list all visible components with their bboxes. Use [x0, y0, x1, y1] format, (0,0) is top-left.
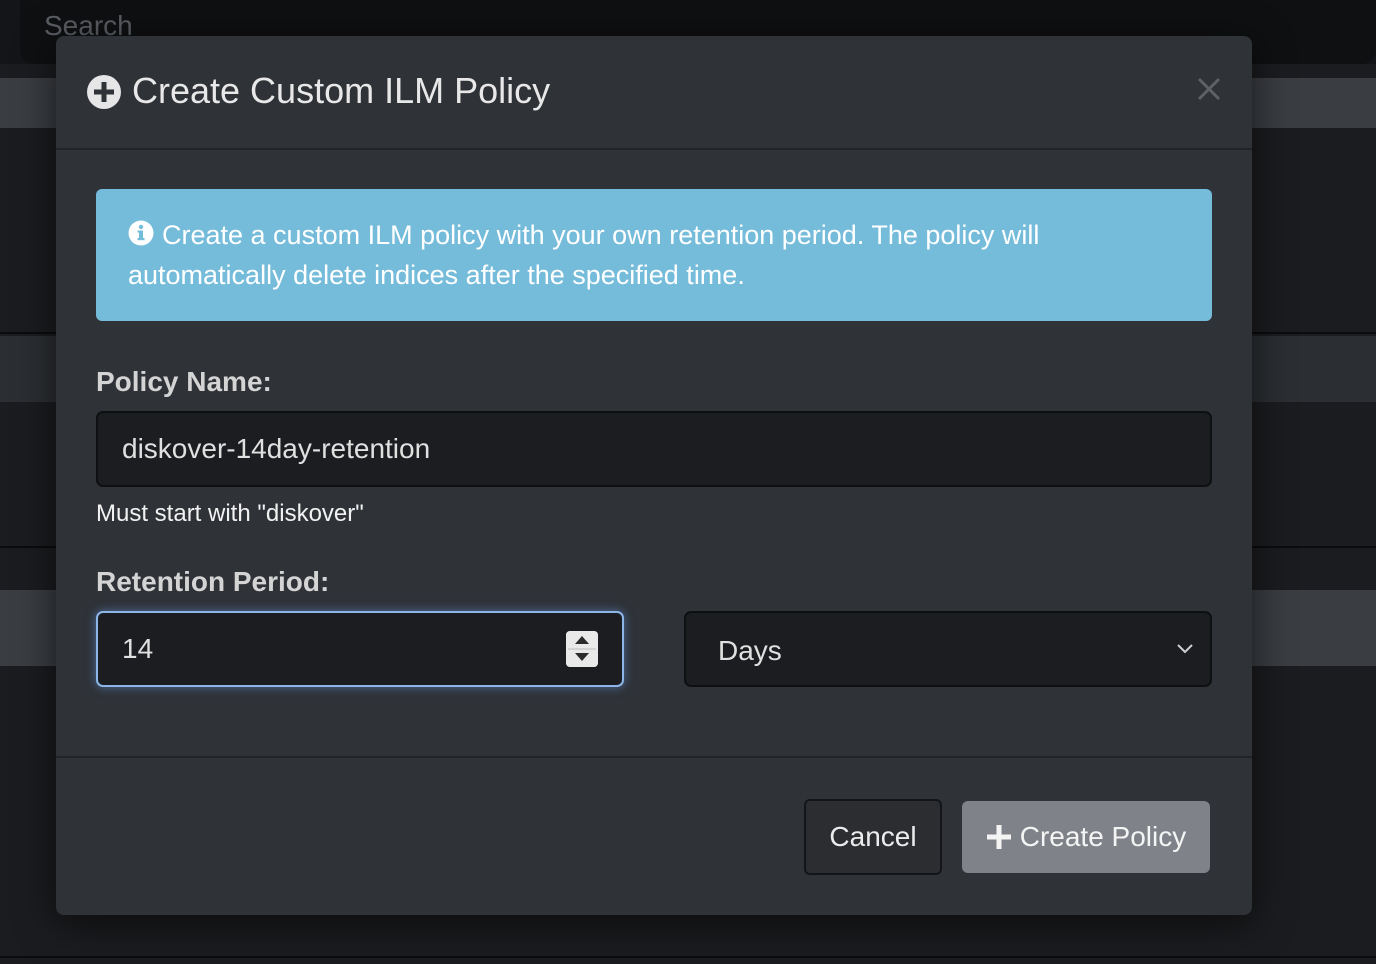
create-ilm-policy-modal: Create Custom ILM Policy Create a custom… [56, 36, 1252, 915]
close-icon[interactable] [1196, 76, 1222, 102]
info-alert: Create a custom ILM policy with your own… [96, 189, 1212, 321]
background-divider [0, 956, 1376, 958]
create-policy-button[interactable]: Create Policy [962, 801, 1210, 873]
retention-period-label: Retention Period: [96, 566, 330, 597]
modal-title: Create Custom ILM Policy [132, 70, 551, 111]
policy-name-label: Policy Name: [96, 366, 272, 397]
retention-value: 14 [122, 633, 154, 664]
spinner-arrows-icon[interactable] [566, 631, 598, 667]
alert-text: Create a custom ILM policy with your own… [128, 220, 1040, 290]
modal-footer-divider [56, 756, 1252, 758]
plus-circle-icon [87, 75, 121, 109]
plus-icon [986, 825, 1011, 849]
create-policy-label: Create Policy [1019, 821, 1187, 852]
policy-name-help: Must start with "diskover" [96, 500, 364, 527]
retention-number-input[interactable]: 14 [96, 611, 624, 687]
policy-name-input[interactable] [96, 411, 1212, 487]
info-circle-icon [128, 220, 154, 246]
retention-unit-value: Days [718, 635, 782, 666]
modal-header: Create Custom ILM Policy [56, 36, 1252, 150]
cancel-button[interactable]: Cancel [804, 799, 942, 875]
chevron-down-icon [1177, 644, 1193, 654]
retention-unit-select[interactable]: Days [684, 611, 1212, 687]
